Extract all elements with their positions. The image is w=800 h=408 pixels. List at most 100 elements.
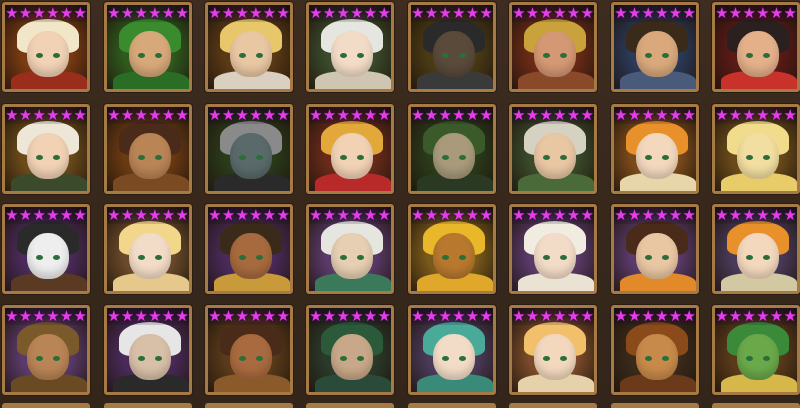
star-icon: ★ (120, 4, 135, 22)
monster-tile-wind-ranger[interactable]: ★ ★ ★ ★ ★ ★ (104, 2, 192, 92)
monster-tile-blue-bandit[interactable]: ★ ★ ★ ★ ★ ★ (611, 2, 699, 92)
star-rating: ★ ★ ★ ★ ★ ★ (309, 5, 391, 22)
star-icon: ★ (728, 4, 743, 22)
monster-eye (36, 53, 43, 58)
star-icon: ★ (322, 4, 337, 22)
star-icon: ★ (73, 106, 87, 124)
star-icon: ★ (59, 4, 74, 22)
monster-eye (53, 155, 60, 160)
star-icon: ★ (539, 106, 553, 124)
monster-tile-bead-monk[interactable]: ★ ★ ★ ★ ★ ★ (2, 305, 90, 395)
monster-eye (53, 53, 60, 58)
monster-tile-green-knight[interactable]: ★ ★ ★ ★ ★ ★ (306, 305, 394, 395)
monster-eye (560, 53, 567, 58)
star-icon: ★ (424, 106, 439, 124)
star-icon: ★ (18, 106, 33, 124)
monster-tile-tan-shaman[interactable]: ★ ★ ★ ★ ★ ★ (104, 104, 192, 194)
star-rating: ★ ★ ★ ★ ★ ★ (5, 5, 87, 22)
star-icon: ★ (769, 206, 784, 224)
monster-face (636, 31, 678, 77)
monster-tile-tribal-warrior[interactable]: ★ ★ ★ ★ ★ ★ (205, 305, 293, 395)
monster-tile-partial[interactable] (408, 403, 496, 408)
star-icon: ★ (479, 4, 493, 22)
star-icon: ★ (309, 307, 323, 325)
monster-tile-forest-guardian[interactable]: ★ ★ ★ ★ ★ ★ (509, 104, 597, 194)
star-icon: ★ (363, 307, 378, 325)
monster-tile-egyptian-priestess[interactable]: ★ ★ ★ ★ ★ ★ (205, 204, 293, 294)
star-icon: ★ (715, 206, 729, 224)
monster-face (230, 31, 272, 77)
monster-tile-teal-fairy[interactable]: ★ ★ ★ ★ ★ ★ (408, 305, 496, 395)
star-rating: ★ ★ ★ ★ ★ ★ (614, 207, 696, 224)
monster-tile-orange-fairy[interactable]: ★ ★ ★ ★ ★ ★ (611, 104, 699, 194)
star-icon: ★ (525, 206, 540, 224)
monster-tile-brawler[interactable]: ★ ★ ★ ★ ★ ★ (509, 2, 597, 92)
star-icon: ★ (655, 206, 669, 224)
monster-eye (155, 155, 162, 160)
monster-tile-golden-horse[interactable]: ★ ★ ★ ★ ★ ★ (712, 104, 800, 194)
monster-eye (340, 356, 347, 361)
star-icon: ★ (32, 106, 46, 124)
star-icon: ★ (148, 106, 162, 124)
monster-face (737, 31, 779, 77)
monster-tile-partial[interactable] (306, 403, 394, 408)
monster-tile-partial[interactable] (712, 403, 800, 408)
monster-tile-blonde-warrior[interactable]: ★ ★ ★ ★ ★ ★ (205, 2, 293, 92)
star-icon: ★ (134, 307, 148, 325)
monster-tile-white-hood[interactable]: ★ ★ ★ ★ ★ ★ (104, 305, 192, 395)
monster-tile-partial[interactable] (205, 403, 293, 408)
monster-tile-orange-sprite[interactable]: ★ ★ ★ ★ ★ ★ (712, 204, 800, 294)
monster-tile-monk-boy[interactable]: ★ ★ ★ ★ ★ ★ (611, 204, 699, 294)
monster-tile-partial[interactable] (509, 403, 597, 408)
monster-face (534, 334, 576, 380)
monster-grid: ★ ★ ★ ★ ★ ★ ★ ★ ★ ★ ★ ★ ★ ★ ★ ★ ★ ★ ★ ★ ★ ★ ★ ★ ★ ★ ★ ★ ★ ★ ★ ★ ★ ★ ★ ★ ★ ★ ★ ★… (0, 0, 800, 408)
monster-tile-red-headband-fighter[interactable]: ★ ★ ★ ★ ★ ★ (712, 2, 800, 92)
star-icon: ★ (262, 106, 277, 124)
monster-tile-partial[interactable] (2, 403, 90, 408)
star-icon: ★ (756, 106, 770, 124)
monster-tile-lion-beast[interactable]: ★ ★ ★ ★ ★ ★ (611, 305, 699, 395)
star-icon: ★ (769, 4, 784, 22)
star-icon: ★ (411, 4, 425, 22)
monster-face (331, 334, 373, 380)
monster-tile-blonde-angel[interactable]: ★ ★ ★ ★ ★ ★ (509, 305, 597, 395)
monster-eye (239, 53, 246, 58)
star-icon: ★ (580, 307, 594, 325)
monster-tile-blonde-mage[interactable]: ★ ★ ★ ★ ★ ★ (306, 104, 394, 194)
monster-eye (340, 155, 347, 160)
monster-tile-green-hooded[interactable]: ★ ★ ★ ★ ★ ★ (408, 104, 496, 194)
monster-tile-partial[interactable] (611, 403, 699, 408)
star-icon: ★ (221, 106, 236, 124)
monster-tile-panda-warrior[interactable]: ★ ★ ★ ★ ★ ★ (2, 204, 90, 294)
monster-tile-golden-elf[interactable]: ★ ★ ★ ★ ★ ★ (104, 204, 192, 294)
star-rating: ★ ★ ★ ★ ★ ★ (614, 5, 696, 22)
star-icon: ★ (479, 206, 493, 224)
star-icon: ★ (553, 4, 567, 22)
star-icon: ★ (5, 206, 19, 224)
monster-tile-white-haired-elf[interactable]: ★ ★ ★ ★ ★ ★ (2, 104, 90, 194)
star-icon: ★ (107, 307, 121, 325)
monster-tile-silver-haired-girl[interactable]: ★ ★ ★ ★ ★ ★ (306, 2, 394, 92)
monster-tile-green-dragon[interactable]: ★ ★ ★ ★ ★ ★ (712, 305, 800, 395)
monster-tile-sun-goddess[interactable]: ★ ★ ★ ★ ★ ★ (408, 204, 496, 294)
monster-tile-dark-knight[interactable]: ★ ★ ★ ★ ★ ★ (408, 2, 496, 92)
star-icon: ★ (438, 4, 452, 22)
monster-eye (239, 255, 246, 260)
monster-face (433, 334, 475, 380)
star-icon: ★ (107, 4, 121, 22)
monster-tile-partial[interactable] (104, 403, 192, 408)
monster-face (230, 233, 272, 279)
star-icon: ★ (377, 307, 391, 325)
star-rating: ★ ★ ★ ★ ★ ★ (5, 107, 87, 124)
star-icon: ★ (641, 206, 655, 224)
monster-tile-white-angel[interactable]: ★ ★ ★ ★ ★ ★ (509, 204, 597, 294)
monster-tile-fire-elf-girl[interactable]: ★ ★ ★ ★ ★ ★ (2, 2, 90, 92)
star-icon: ★ (235, 206, 249, 224)
monster-eye (763, 255, 770, 260)
star-icon: ★ (411, 106, 425, 124)
monster-tile-dark-assassin[interactable]: ★ ★ ★ ★ ★ ★ (205, 104, 293, 194)
star-icon: ★ (350, 106, 364, 124)
star-icon: ★ (525, 106, 540, 124)
monster-face (129, 334, 171, 380)
monster-tile-jade-elder[interactable]: ★ ★ ★ ★ ★ ★ (306, 204, 394, 294)
